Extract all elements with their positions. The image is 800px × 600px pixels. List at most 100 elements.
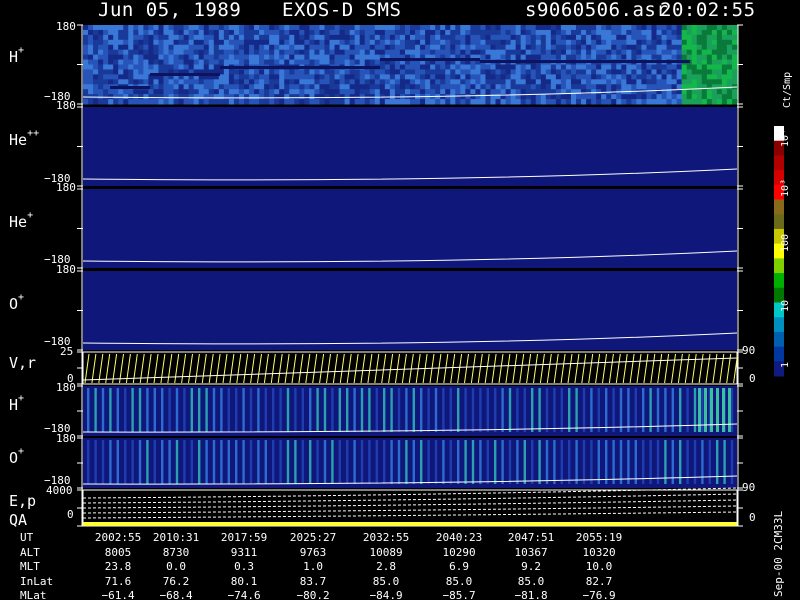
tick-panel3-top: 180	[56, 181, 76, 194]
spectrogram-cell	[691, 34, 698, 41]
spectrogram-cell	[726, 64, 733, 70]
spectrogram-cell	[133, 69, 139, 75]
spectrogram-cell	[721, 34, 728, 41]
spectrogram-cell	[143, 94, 149, 100]
spectrogram-cell	[611, 44, 617, 51]
spectrogram-cell	[515, 44, 522, 51]
spectrogram-cell	[259, 44, 265, 51]
spectrogram-cell	[289, 44, 295, 51]
spectrogram-cell	[666, 39, 673, 46]
spin-stripe	[619, 440, 623, 484]
spectrogram-cell	[259, 74, 265, 80]
spin-stripe	[508, 388, 512, 432]
spectrogram-cell	[218, 44, 225, 51]
spectrogram-cell	[636, 34, 642, 41]
spectrogram-cell	[279, 99, 285, 105]
spectrogram-cell	[153, 84, 159, 90]
spectrogram-cell	[485, 89, 491, 95]
spectrogram-cell	[329, 94, 336, 100]
spectrogram-cell	[178, 94, 185, 100]
cell-inlat-1: 76.2	[162, 574, 190, 588]
spectrogram-cell	[445, 39, 451, 46]
spectrogram-cell	[706, 34, 713, 41]
spectrogram-cell	[319, 69, 325, 75]
spectrogram-cell	[586, 94, 592, 100]
spectrogram-cell	[570, 64, 577, 70]
spectrogram-cell	[259, 39, 265, 46]
spectrogram-cell	[389, 39, 396, 46]
spectrogram-cell	[138, 59, 144, 65]
spectrogram-cell	[384, 64, 391, 70]
spectrogram-cell	[711, 99, 718, 105]
spectrogram-cell	[530, 69, 537, 75]
spectrogram-cell	[264, 74, 270, 80]
spectrogram-cell	[445, 94, 451, 100]
spectrogram-cell	[108, 79, 114, 85]
colorbar-segment	[774, 273, 784, 289]
spectrogram-cell	[188, 79, 195, 85]
spectrogram-cell	[641, 54, 647, 61]
spectrogram-cell	[138, 89, 144, 95]
spectrogram-cell	[420, 29, 426, 36]
spectrogram-cell	[490, 84, 497, 90]
spectrogram-cell	[264, 84, 270, 90]
spectrogram-cell	[716, 94, 723, 100]
spin-stripe	[153, 440, 156, 484]
spectrogram-cell	[430, 69, 436, 75]
spectrogram-cell	[299, 89, 305, 95]
spectrogram-cell	[721, 74, 728, 80]
spectrogram-cell	[505, 69, 512, 75]
cell-mlt-3: 1.0	[303, 560, 323, 573]
spectrogram-cell	[188, 54, 195, 61]
spectrogram-cell	[249, 69, 255, 75]
spectrogram-cell	[228, 89, 235, 95]
spectrogram-cell	[646, 89, 652, 95]
spectrogram-cell	[364, 99, 371, 105]
spectrogram-cell	[505, 89, 512, 95]
spectrogram-cell	[525, 49, 532, 56]
spectrogram-cell	[399, 89, 406, 95]
spin-stripe	[545, 440, 549, 484]
side-note: Sep-00 2CM33L	[772, 510, 785, 597]
spectrogram-cell	[410, 25, 416, 31]
spectrogram-cell	[510, 99, 517, 105]
spectrogram-cell	[530, 74, 537, 80]
spectrogram-cell	[505, 74, 512, 80]
spectrogram-cell	[113, 49, 119, 56]
spectrogram-cell	[656, 74, 663, 80]
cell-inlat-4: 85.0	[372, 574, 400, 588]
spectrogram-cell	[651, 49, 658, 56]
spectrogram-cell	[118, 59, 124, 65]
spin-stripe	[242, 440, 245, 484]
cell-alt-4: 10089	[369, 545, 403, 559]
spectrogram-cell	[631, 29, 637, 36]
spectrogram-cell	[510, 84, 517, 90]
spectrogram-cell	[108, 69, 114, 75]
spectrogram-cell	[586, 49, 592, 56]
spectrogram-cell	[721, 84, 728, 90]
spectrogram-cell	[289, 69, 295, 75]
spectrogram-cell	[379, 34, 386, 41]
spectrogram-cell	[148, 49, 154, 56]
spectrogram-cell	[435, 89, 441, 95]
spectrogram-cell	[520, 54, 527, 61]
spectrogram-cell	[586, 25, 592, 31]
spectrogram-cell	[505, 39, 512, 46]
spectrogram-cell	[586, 89, 592, 95]
spectrogram-cell	[118, 44, 124, 51]
spectrogram-cell	[701, 34, 708, 41]
spectrogram-cell	[359, 25, 366, 31]
spectrogram-cell	[616, 74, 622, 80]
spectrogram-cell	[601, 29, 607, 36]
spectrogram-cell	[349, 79, 356, 85]
spectrogram-cell	[374, 74, 381, 80]
spectrogram-cell	[661, 54, 668, 61]
spin-stripe	[575, 388, 578, 432]
spectrogram-cell	[550, 54, 557, 61]
spectrogram-cell	[213, 44, 220, 51]
spectrogram-cell	[636, 29, 642, 36]
spectrogram-cell	[379, 74, 386, 80]
spectrogram-cell	[98, 34, 104, 41]
spectrogram-cell	[515, 69, 522, 75]
spin-stripe	[405, 388, 408, 432]
